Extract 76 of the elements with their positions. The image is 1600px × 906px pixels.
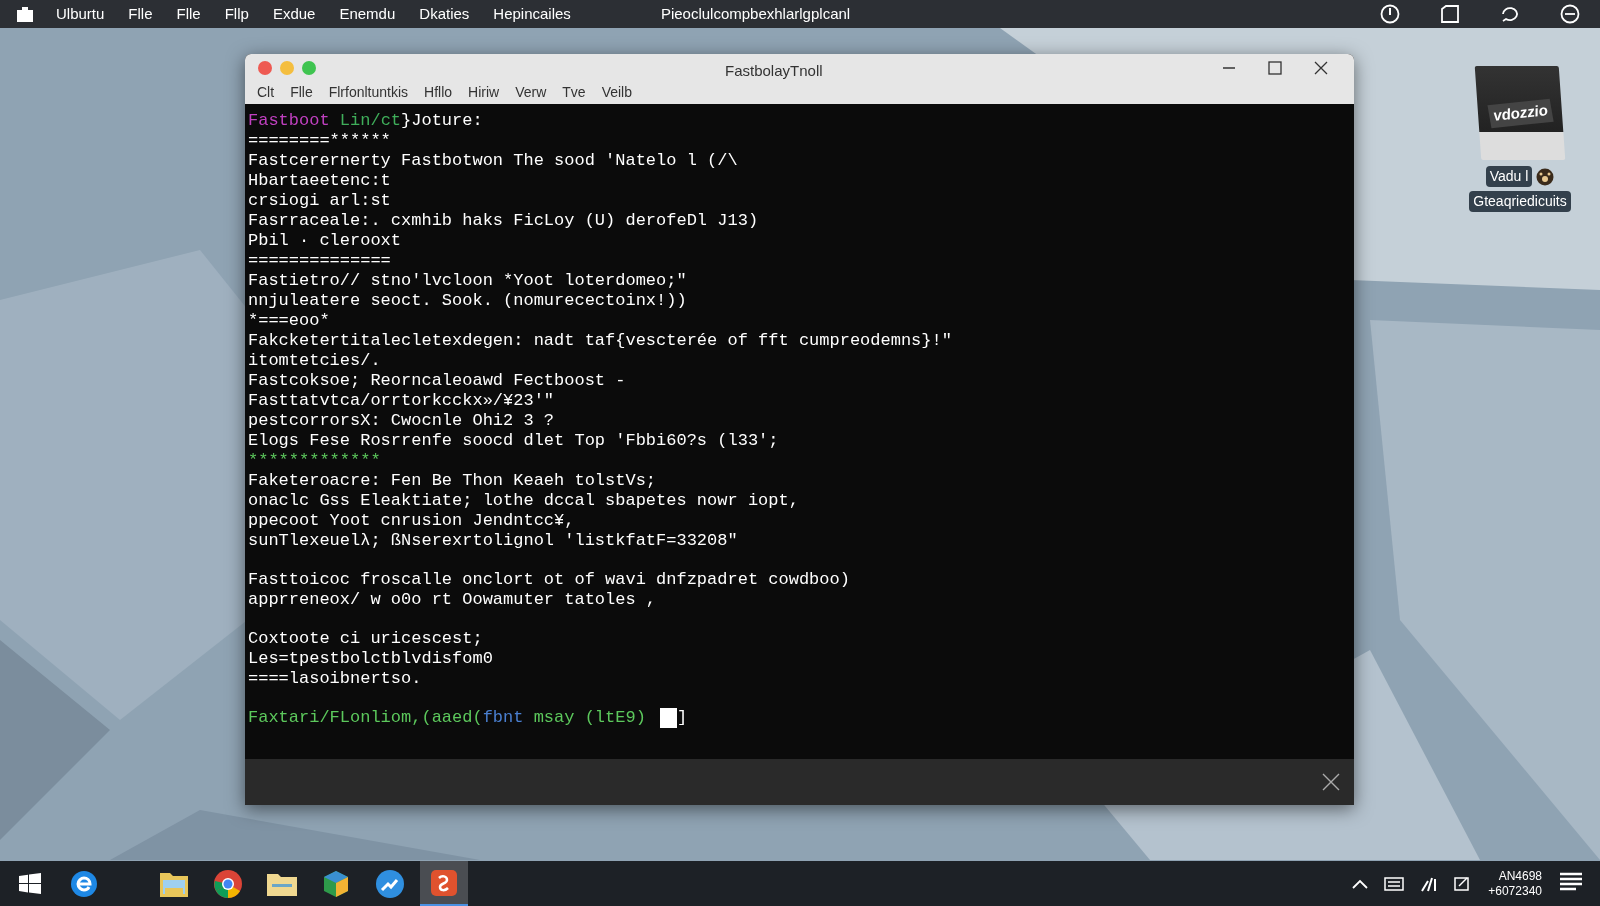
cursor-icon: [660, 708, 678, 728]
icon-label: Vadu l: [1485, 166, 1533, 187]
menu-item[interactable]: Flrfonltuntkis: [328, 82, 409, 103]
terminal-text: Hbartaeetenc:t: [248, 171, 391, 191]
chrome-icon: [213, 868, 243, 899]
menu-item[interactable]: Flle: [128, 2, 153, 26]
terminal-text: onaclc Gss Eleaktiate; lothe dccal sbapetes nowr iopt,: [248, 491, 799, 511]
window-title: FastbolayTnoll: [725, 61, 823, 81]
terminal-text: }Joture:: [401, 111, 483, 131]
terminal-text: apprreneox/ w o0o rt Oowamuter tatoles ,: [248, 590, 657, 610]
menu-item[interactable]: Verw: [515, 82, 547, 103]
paw-icon: [1536, 167, 1555, 186]
terminal-text: ]: [677, 708, 688, 728]
chevron-up-icon[interactable]: [1352, 878, 1369, 889]
refresh-icon[interactable]: [1500, 5, 1520, 23]
menu-item[interactable]: Tve: [562, 82, 586, 103]
terminal-text: msay (ltE9): [532, 708, 647, 728]
clock-time[interactable]: AN4698: [1498, 868, 1542, 884]
terminal-text: Les=tpestbolctblvdisfom0: [248, 649, 493, 669]
menu-item[interactable]: Clt: [257, 82, 275, 103]
windows-icon: [18, 871, 42, 896]
terminal-text: Lin/ct: [339, 111, 402, 131]
menu-item[interactable]: Hiriw: [468, 82, 500, 103]
close-icon[interactable]: [1322, 773, 1340, 791]
terminal-text: ========******: [248, 131, 391, 151]
maximize-icon[interactable]: [1267, 60, 1283, 76]
app-icon: [430, 868, 458, 897]
menu-item[interactable]: Flle: [290, 82, 313, 103]
terminal-text: *===eoo*: [248, 311, 330, 331]
menu-item[interactable]: Enemdu: [339, 2, 396, 26]
folder-outline-icon[interactable]: [1440, 5, 1460, 23]
terminal-text: Fastboot: [248, 111, 331, 131]
menu-item[interactable]: Veilb: [601, 82, 632, 103]
terminal-text: Faketeroacre: Fen Be Thon Keaeh tolstVs;: [248, 471, 657, 491]
terminal-text: Fastcerernerty Fastbotwon The sood 'Natelo l (/\: [248, 151, 738, 171]
app-logo[interactable]: vdozzio: [1474, 66, 1566, 160]
icon-label: Gteaqriedicuits: [1469, 191, 1571, 212]
chat-icon: [375, 868, 405, 899]
menu-item[interactable]: Hfllo: [424, 82, 453, 103]
terminal-text: Elogs Fese Rosrrenfe soocd dlet Top 'Fbbi60?s (l33';: [248, 431, 779, 451]
taskbar-button[interactable]: [420, 861, 468, 906]
terminal-text: Fakcketertitalecletexdegen: nadt taf{vescterée of fft cumpreodemns}!": [248, 331, 952, 351]
terminal-text: Faxtari/FLonliom,(aaed(: [248, 708, 483, 728]
power-icon[interactable]: [1380, 4, 1400, 24]
terminal-text: pestcorrorsX: Cwocnle Ohi2 3 ?: [248, 411, 555, 431]
browser-icon: [69, 868, 99, 899]
keyboard-icon[interactable]: [1384, 876, 1405, 891]
terminal-text: ppecoot Yoot cnrusion Jendntcc¥,: [248, 511, 575, 531]
menu-item[interactable]: Hepincailes: [493, 2, 571, 26]
terminal-text: Fasrraceale:. cxmhib haks FicLoy (U) derofeDl J13): [248, 211, 759, 231]
minus-circle-icon[interactable]: [1560, 4, 1580, 24]
terminal-text: ==============: [248, 251, 391, 271]
clock-date[interactable]: +6072340: [1488, 883, 1542, 899]
terminal-text: crsiogi arl:st: [248, 191, 391, 211]
top-bar-title: Pieoclulcompbexhlarlgplcanl: [660, 3, 851, 24]
menu-item[interactable]: Fllp: [224, 2, 249, 26]
signal-icon[interactable]: [1420, 875, 1439, 892]
package-icon: [321, 868, 351, 899]
terminal-text: Pbil · clerooxt: [248, 231, 402, 251]
terminal-text: itomtetcies/.: [248, 351, 381, 371]
terminal-text: ====lasoibnertso.: [248, 669, 422, 689]
terminal-text: Fastcoksoe; Reorncaleoawd Fectboost -: [248, 371, 626, 391]
terminal-text: Fastietro// stno'lvcloon *Yoot loterdomeo;": [248, 271, 687, 291]
terminal-text: Fasttatvtca/orrtorkcckx»/¥23'": [248, 391, 555, 411]
terminal-text: Coxtoote ci uricescest;: [248, 629, 483, 649]
close-icon[interactable]: [1313, 60, 1329, 76]
terminal-text: sunTlexeuelλ; ßNserexrtolignol 'listkfatF=33208": [248, 531, 738, 551]
menu-item[interactable]: Dkaties: [419, 2, 470, 26]
terminal-text: *************: [248, 451, 381, 471]
menu-item[interactable]: Ulburtu: [56, 2, 105, 26]
menu-item[interactable]: Flle: [176, 2, 201, 26]
terminal-text: nnjuleatere seoct. Sook. (nomurecectoinx!)): [248, 291, 687, 311]
terminal-text: fbnt: [482, 708, 524, 728]
bag-icon: [16, 6, 34, 22]
menu-item[interactable]: Exdue: [272, 2, 316, 26]
terminal-text: Fasttoicoc froscalle onclort ot of wavi dnfzpadret cowdboo): [248, 570, 850, 590]
